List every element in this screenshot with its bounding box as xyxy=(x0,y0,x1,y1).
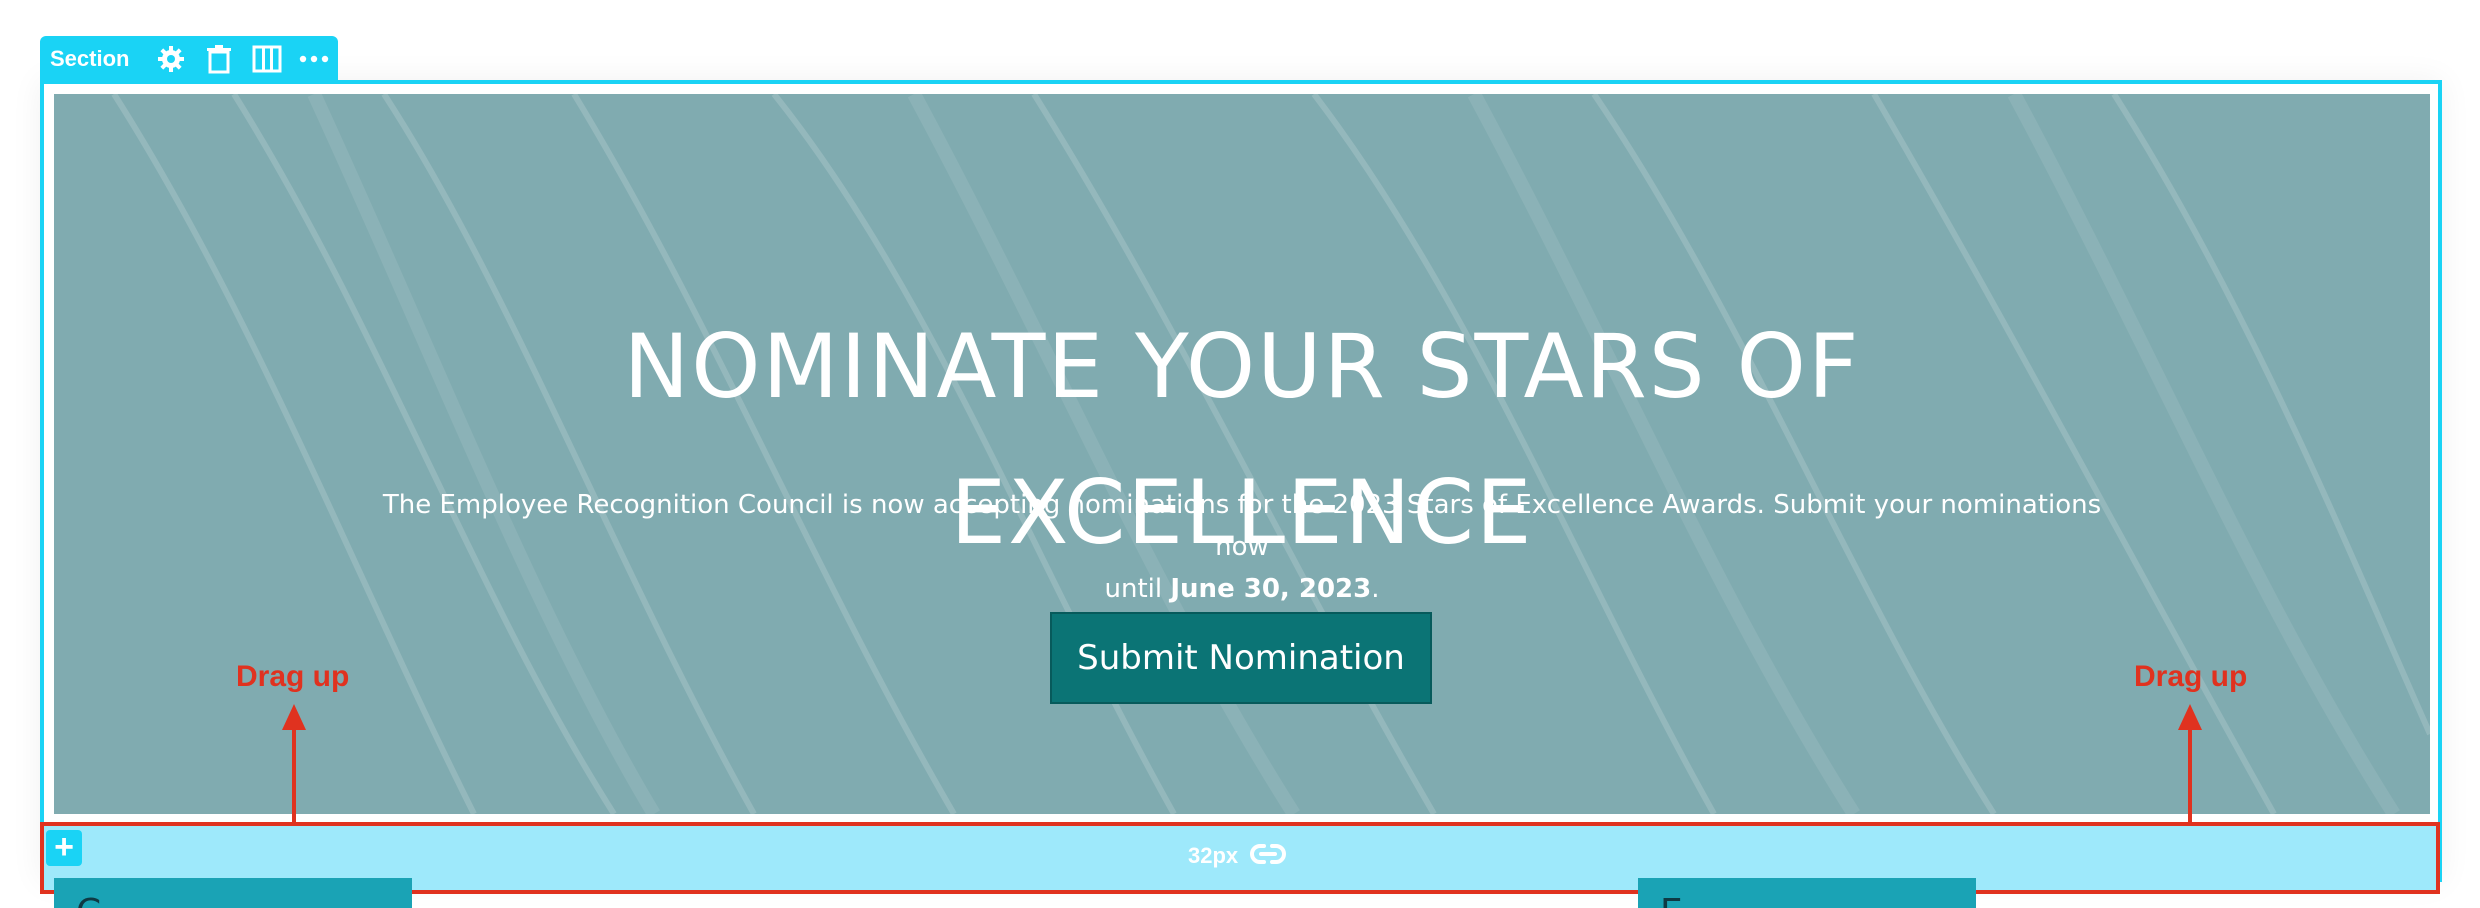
hero-title-line-1: NOMINATE YOUR STARS OF xyxy=(623,315,1861,418)
columns-icon[interactable] xyxy=(243,36,291,82)
submit-nomination-button[interactable]: Submit Nomination xyxy=(1050,612,1432,704)
hero-subtitle-until: until xyxy=(1104,574,1171,604)
section-label[interactable]: Section xyxy=(50,46,129,72)
trash-icon[interactable] xyxy=(195,36,243,82)
drag-up-label-left: Drag up xyxy=(236,660,350,693)
hero-subtitle: The Employee Recognition Council is now … xyxy=(374,484,2110,610)
hero-subtitle-end: . xyxy=(1371,574,1380,604)
drag-up-label-right: Drag up xyxy=(2134,660,2248,693)
hero-banner: NOMINATE YOUR STARS OF EXCELLENCE The Em… xyxy=(54,94,2430,814)
add-row-button[interactable]: + xyxy=(46,830,82,866)
below-left-block[interactable]: C xyxy=(54,878,412,908)
spacing-value: 32px xyxy=(1188,843,1239,868)
more-icon[interactable] xyxy=(290,36,338,82)
hero-subtitle-text: The Employee Recognition Council is now … xyxy=(382,490,2102,562)
below-right-block[interactable]: E xyxy=(1638,878,1976,908)
below-left-text: C xyxy=(76,892,101,908)
gear-icon[interactable] xyxy=(147,36,195,82)
link-icon[interactable] xyxy=(1248,840,1288,873)
section-toolbar: Section xyxy=(40,36,338,82)
arrow-up-icon-left xyxy=(282,704,306,826)
below-right-text: E xyxy=(1660,892,1683,908)
hero-subtitle-date: June 30, 2023 xyxy=(1170,574,1372,604)
arrow-up-icon-right xyxy=(2178,704,2202,826)
